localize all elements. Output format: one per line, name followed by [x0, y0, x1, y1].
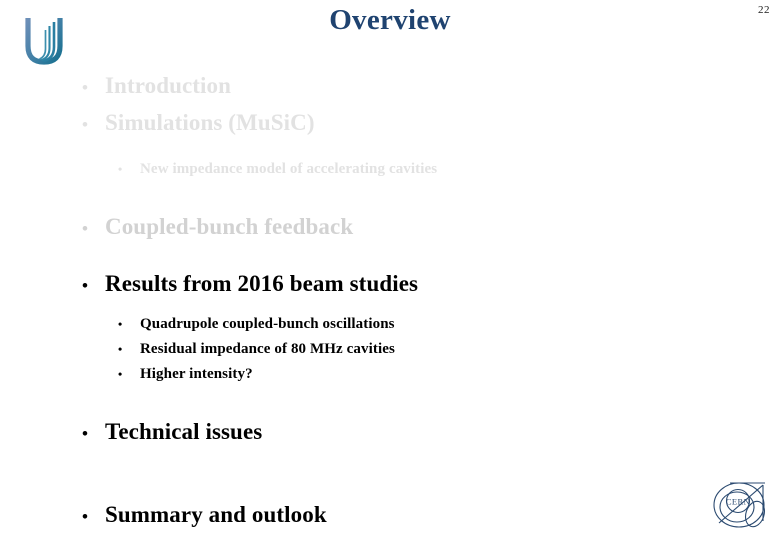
bullet-marker-icon: •: [118, 342, 123, 356]
outline-subitem-residual-impedance: • Residual impedance of 80 MHz cavities: [0, 342, 780, 357]
outline-item-technical-issues: • Technical issues: [0, 420, 780, 443]
cern-logo: CERN: [710, 476, 772, 534]
outline-item-label: Simulations (MuSiC): [105, 110, 315, 135]
outline-subitem-impedance-model: • New impedance model of accelerating ca…: [0, 162, 780, 177]
outline-subitem-higher-intensity: • Higher intensity?: [0, 367, 780, 382]
bullet-marker-icon: •: [118, 317, 123, 331]
bullet-marker-icon: •: [82, 424, 88, 443]
outline-item-label: Technical issues: [105, 419, 263, 444]
outline-item-simulations: • Simulations (MuSiC): [0, 111, 780, 134]
outline-item-label: Summary and outlook: [105, 502, 327, 527]
outline-list: • Introduction • Simulations (MuSiC) • N…: [0, 74, 780, 526]
bullet-marker-icon: •: [118, 367, 123, 381]
outline-subitem-label: New impedance model of accelerating cavi…: [140, 161, 438, 177]
outline-item-summary-outlook: • Summary and outlook: [0, 503, 780, 526]
outline-subitem-label: Higher intensity?: [140, 366, 253, 382]
bullet-marker-icon: •: [82, 115, 88, 134]
outline-item-label: Introduction: [105, 73, 232, 98]
cern-logo-label: CERN: [726, 497, 750, 507]
outline-subitem-label: Residual impedance of 80 MHz cavities: [140, 341, 395, 357]
bullet-marker-icon: •: [82, 78, 88, 97]
outline-item-introduction: • Introduction: [0, 74, 780, 97]
bullet-marker-icon: •: [82, 507, 88, 526]
outline-item-results-2016: • Results from 2016 beam studies: [0, 272, 780, 295]
outline-item-label: Results from 2016 beam studies: [105, 271, 419, 296]
bullet-marker-icon: •: [82, 219, 88, 238]
outline-item-coupled-bunch-feedback: • Coupled-bunch feedback: [0, 215, 780, 238]
outline-subitem-quadrupole-oscillations: • Quadrupole coupled-bunch oscillations: [0, 317, 780, 332]
outline-item-label: Coupled-bunch feedback: [105, 214, 354, 239]
outline-subitem-label: Quadrupole coupled-bunch oscillations: [140, 316, 395, 332]
bullet-marker-icon: •: [82, 276, 88, 295]
bullet-marker-icon: •: [118, 162, 123, 176]
slide-title: Overview: [329, 4, 451, 36]
slide-canvas: 22 Overview • Introduction • Simulations…: [0, 0, 780, 540]
